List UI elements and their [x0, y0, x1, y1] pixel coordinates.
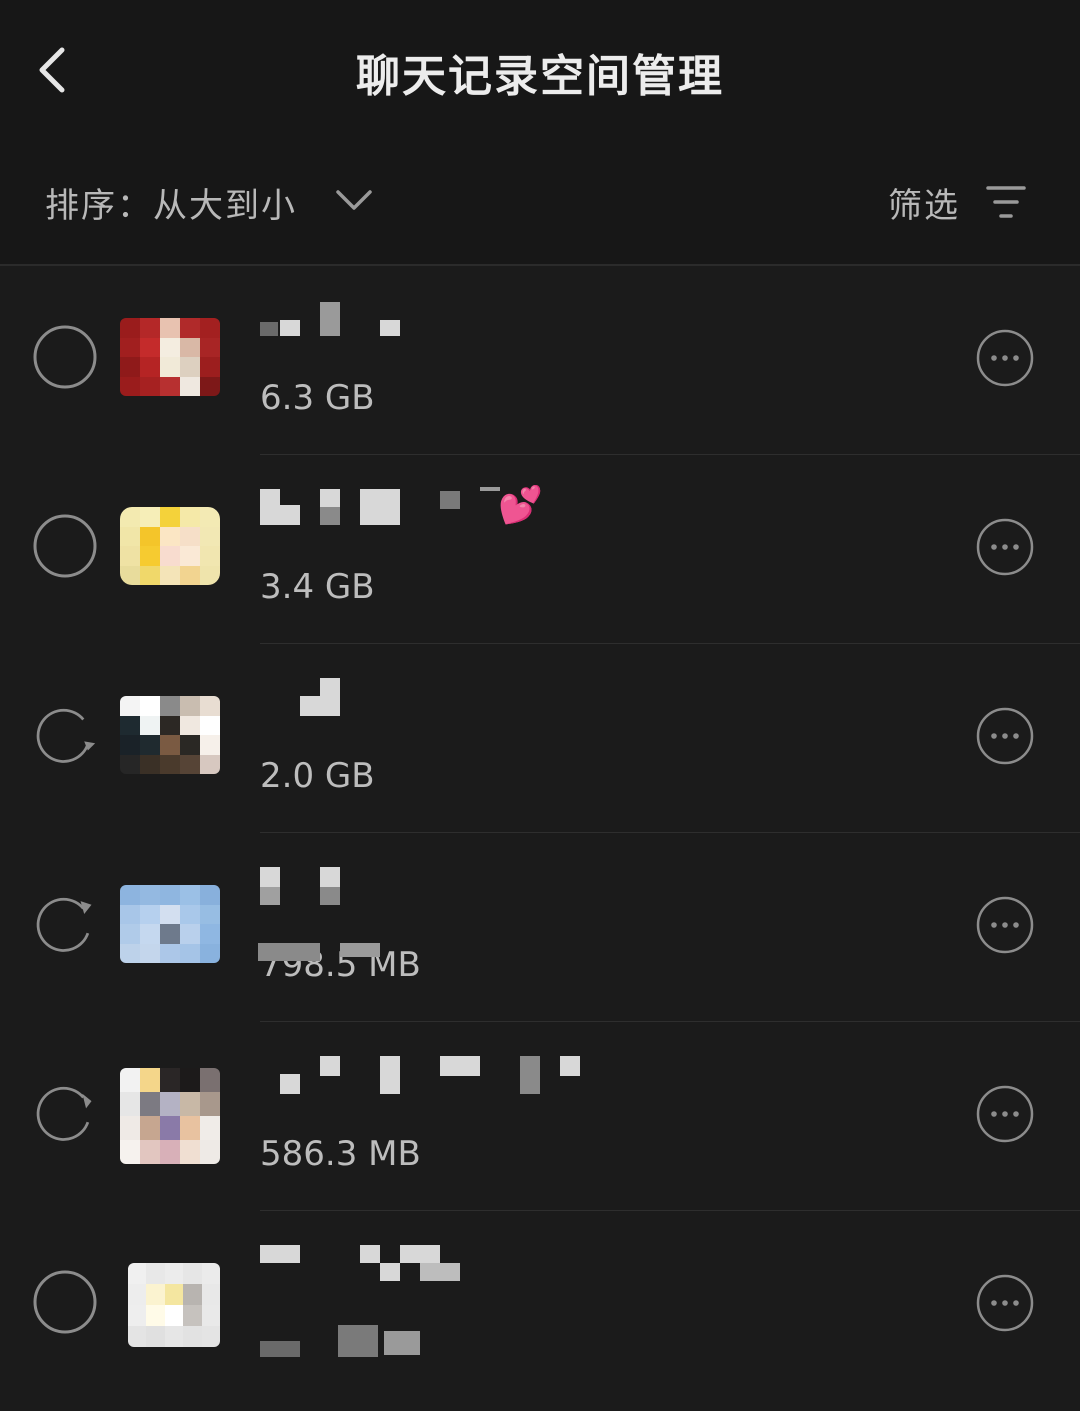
loading-spinner-icon	[36, 708, 96, 763]
sort-dropdown-label[interactable]: 排序：从大到小	[45, 178, 297, 227]
loading-spinner-icon	[36, 1086, 92, 1141]
chat-row[interactable]: 586.3 MB	[0, 1022, 1080, 1211]
more-options-icon[interactable]	[976, 896, 1034, 954]
checkbox-circle-icon[interactable]	[33, 325, 97, 389]
chat-size: 6.3 GB	[260, 378, 375, 418]
filter-button-label[interactable]: 筛选	[888, 178, 960, 227]
more-options-icon[interactable]	[976, 1085, 1034, 1143]
avatar	[120, 507, 220, 585]
avatar	[128, 1263, 220, 1347]
page-title: 聊天记录空间管理	[356, 51, 724, 102]
chat-row[interactable]: 💕 3.4 GB	[0, 455, 1080, 644]
hearts-emoji: 💕	[498, 485, 543, 526]
chat-size: 586.3 MB	[260, 1134, 421, 1174]
chevron-down-icon[interactable]	[334, 184, 374, 214]
sort-filter-bar: 排序：从大到小 筛选	[0, 170, 1080, 234]
top-bar: 聊天记录空间管理 排序：从大到小 筛选	[0, 0, 1080, 264]
more-options-icon[interactable]	[976, 1274, 1034, 1332]
chat-row[interactable]: 798.5 MB	[0, 833, 1080, 1022]
filter-icon[interactable]	[984, 182, 1028, 222]
chat-row[interactable]: 2.0 GB	[0, 644, 1080, 833]
chat-row[interactable]	[0, 1211, 1080, 1400]
chat-name-redacted	[260, 1241, 620, 1289]
chat-list: 6.3 GB 💕 3.4 GB 2.0 GB 798.5 MB 586.3 MB	[0, 266, 1080, 1400]
avatar	[120, 1068, 220, 1164]
checkbox-circle-icon[interactable]	[33, 1270, 97, 1334]
avatar	[120, 318, 220, 396]
chat-size: 2.0 GB	[260, 756, 375, 796]
more-options-icon[interactable]	[976, 329, 1034, 387]
chat-name-redacted	[260, 863, 620, 911]
chat-name-redacted	[260, 485, 620, 533]
chat-row[interactable]: 6.3 GB	[0, 266, 1080, 455]
checkbox-circle-icon[interactable]	[33, 514, 97, 578]
more-options-icon[interactable]	[976, 518, 1034, 576]
chat-size: 3.4 GB	[260, 567, 375, 607]
chat-name-redacted	[260, 296, 620, 344]
avatar	[120, 696, 220, 774]
avatar	[120, 885, 220, 963]
more-options-icon[interactable]	[976, 707, 1034, 765]
loading-spinner-icon	[36, 897, 92, 952]
chat-name-redacted	[260, 674, 620, 722]
chat-name-redacted	[260, 1052, 620, 1100]
